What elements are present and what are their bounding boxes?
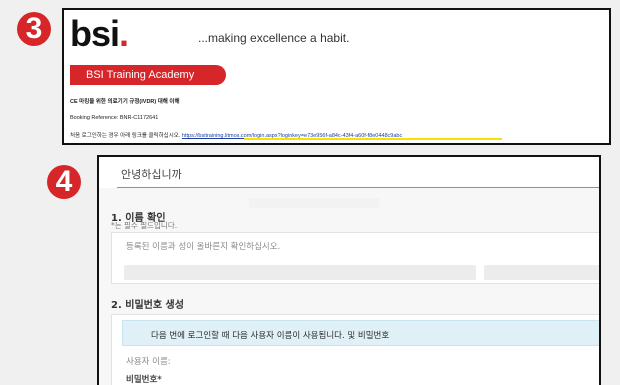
bsi-logo: bsi. (70, 13, 129, 54)
required-star: * (157, 375, 162, 385)
training-academy-banner: BSI Training Academy (70, 65, 226, 85)
form-body: 1. 이름 확인 *는 필수 필드입니다. 등록된 이름과 성이 올바른지 확인… (99, 188, 599, 385)
greeting: 안녕하십니까 (121, 168, 182, 181)
link-highlight (244, 138, 502, 140)
tagline: ...making excellence a habit. (198, 31, 350, 45)
info-box: 다음 번에 로그인할 때 다음 사용자 이름이 사용됩니다. 및 비밀번호 (122, 320, 599, 346)
form-header: 안녕하십니까 (99, 157, 599, 187)
required-note: *는 필수 필드입니다. (111, 221, 178, 230)
name-hint: 등록된 이름과 성이 올바른지 확인하십시오. (126, 242, 281, 252)
course-title: CE 마킹을 위한 의료기기 규정(IVDR) 대해 이해 (70, 99, 180, 105)
password-label: 비밀번호* (126, 373, 162, 385)
login-instruction-text: 처음 로그인하는 경우 아래 링크를 클릭하십시오. (70, 133, 181, 139)
password-label-text: 비밀번호 (126, 375, 158, 385)
booking-reference: Booking Reference: BNR-C1172641 (70, 115, 159, 121)
name-card: 등록된 이름과 성이 올바른지 확인하십시오. (111, 232, 599, 284)
username-label: 사용자 이름: (126, 357, 171, 367)
bsi-logo-dot: . (119, 13, 129, 54)
faint-bar (249, 198, 379, 208)
section-password-title: 2. 비밀번호 생성 (111, 300, 184, 311)
last-name-input[interactable] (484, 265, 599, 280)
step-4-badge: 4 (47, 165, 81, 199)
first-name-input[interactable] (124, 265, 476, 280)
password-card: 다음 번에 로그인할 때 다음 사용자 이름이 사용됩니다. 및 비밀번호 사용… (111, 314, 599, 385)
email-panel: bsi. ...making excellence a habit. BSI T… (62, 8, 611, 145)
registration-form-panel: 안녕하십니까 1. 이름 확인 *는 필수 필드입니다. 등록된 이름과 성이 … (97, 155, 601, 385)
step-3-badge: 3 (17, 12, 51, 46)
info-text: 다음 번에 로그인할 때 다음 사용자 이름이 사용됩니다. 및 비밀번호 (151, 331, 390, 341)
bsi-logo-text: bsi (70, 13, 120, 54)
